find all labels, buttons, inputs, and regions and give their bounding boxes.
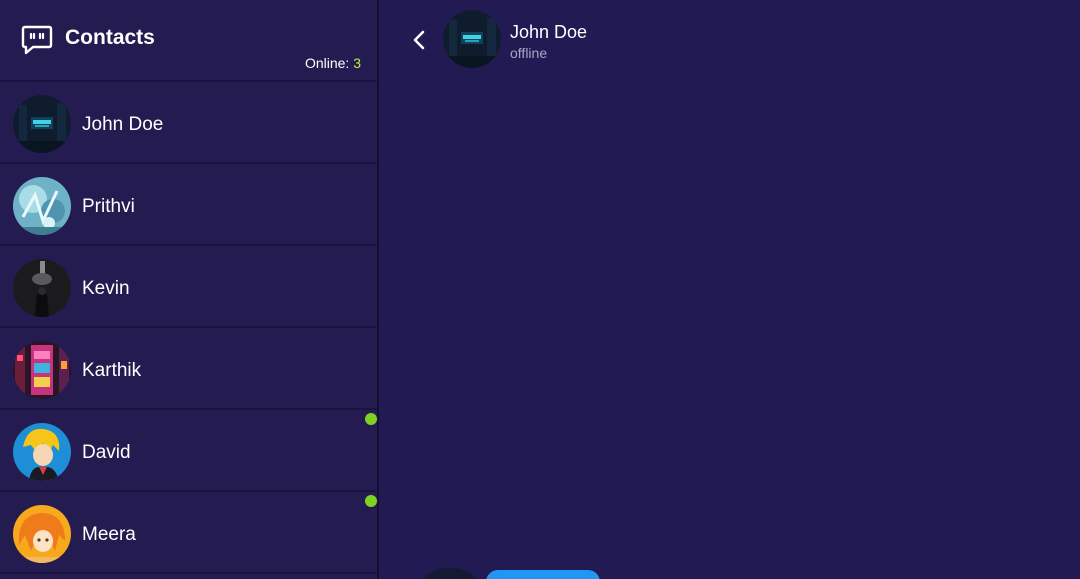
sidebar-title: Contacts <box>65 26 155 49</box>
message-avatar <box>423 568 477 579</box>
contact-item[interactable]: John Doe <box>0 82 377 164</box>
chat-app: Contacts Online: 3 John Doe Prithvi Kevi… <box>0 0 1080 579</box>
contact-name: John Doe <box>82 114 164 135</box>
online-count-value: 3 <box>353 55 361 71</box>
online-label: Online: <box>304 55 354 71</box>
online-indicator <box>364 412 378 426</box>
contact-item[interactable]: David <box>0 410 378 492</box>
online-indicator <box>364 494 378 508</box>
chat-avatar[interactable] <box>443 10 501 68</box>
avatar <box>13 423 71 481</box>
avatar <box>13 177 71 235</box>
avatar <box>13 341 71 399</box>
contact-name: Meera <box>82 524 136 545</box>
contact-name: David <box>82 442 131 463</box>
contact-item[interactable]: Prithvi <box>0 164 377 246</box>
contacts-sidebar: Contacts Online: 3 John Doe Prithvi Kevi… <box>0 0 379 579</box>
contact-name: Kevin <box>82 278 130 299</box>
online-count: Online: 3 <box>305 55 361 71</box>
avatar <box>13 505 71 563</box>
contact-name: Prithvi <box>82 196 135 217</box>
avatar <box>13 259 71 317</box>
contact-item[interactable]: Meera <box>0 492 378 574</box>
chat-panel: John Doe offline <box>379 0 1080 579</box>
avatar <box>13 95 71 153</box>
contact-item[interactable]: Kevin <box>0 246 377 328</box>
chat-contact-status: offline <box>510 45 548 61</box>
sidebar-header: Contacts Online: 3 <box>0 0 377 82</box>
chevron-left-icon[interactable] <box>409 28 429 52</box>
chat-contact-name: John Doe <box>510 22 588 42</box>
chat-bubble-icon <box>21 25 53 55</box>
contact-name: Karthik <box>82 360 142 381</box>
contact-item[interactable]: Karthik <box>0 328 377 410</box>
message-bubble <box>486 570 600 579</box>
